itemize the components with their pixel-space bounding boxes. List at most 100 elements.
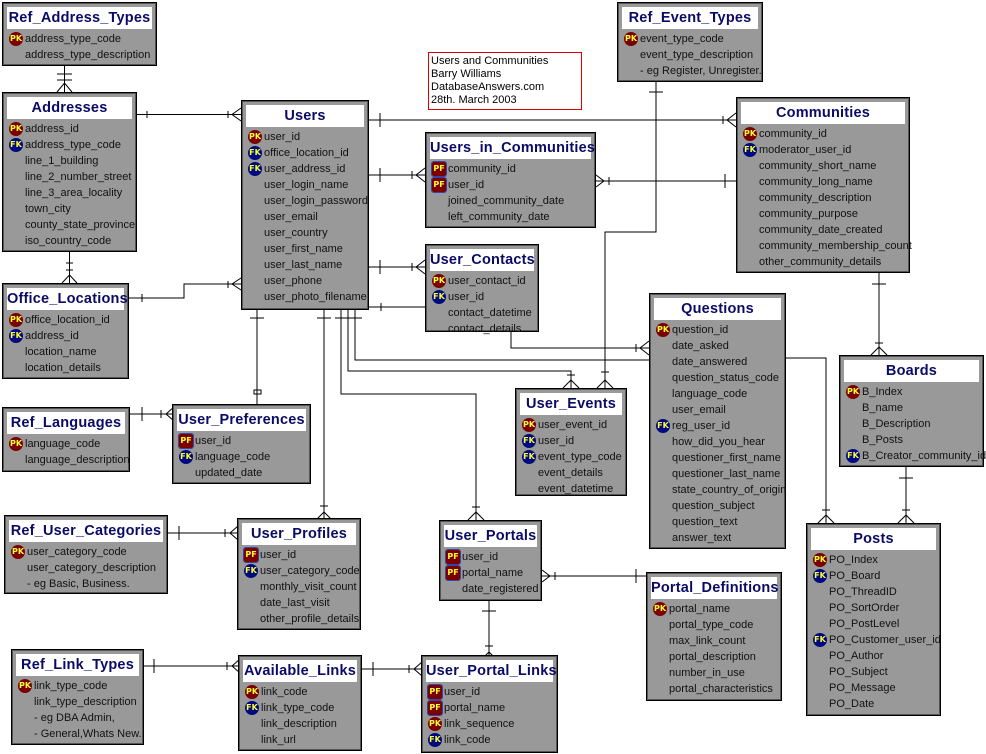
column-row[interactable]: number_in_use	[647, 665, 781, 681]
column-row[interactable]: state_country_of_origin	[650, 482, 786, 498]
entity-ref-languages[interactable]: Ref_Languages PK language_code language_des…	[2, 407, 130, 472]
column-row[interactable]: user_category_description	[5, 560, 167, 576]
entity-users[interactable]: Users PK user_id FK office_location_id FK user…	[241, 100, 369, 310]
column-row[interactable]: portal_characteristics	[647, 681, 781, 697]
column-row[interactable]: PK event_type_code	[618, 31, 762, 47]
column-row[interactable]: date_asked	[650, 338, 785, 354]
column-row[interactable]: PK portal_name	[647, 601, 781, 617]
column-row[interactable]: PK link_code	[239, 684, 361, 700]
column-row[interactable]: line_3_area_locality	[3, 185, 136, 201]
column-row[interactable]: PF user_id	[173, 433, 310, 449]
column-row[interactable]: PO_Message	[807, 680, 940, 696]
column-row[interactable]: contact_datetime	[426, 305, 538, 321]
column-row[interactable]: PK office_location_id	[3, 312, 128, 328]
column-row[interactable]: event_type_description	[618, 47, 762, 63]
column-row[interactable]: PK user_contact_id	[426, 273, 538, 289]
column-row[interactable]: community_short_name	[737, 158, 909, 174]
column-row[interactable]: user_phone	[242, 273, 368, 289]
column-row[interactable]: date_registered	[440, 581, 541, 597]
column-row[interactable]: PF portal_name	[422, 700, 557, 716]
entity-user-contacts[interactable]: User_Contacts PK user_contact_id FK user_id c…	[425, 244, 539, 335]
column-row[interactable]: updated_date	[173, 465, 310, 481]
column-row[interactable]: user_last_name	[242, 257, 368, 273]
column-row[interactable]: user_country	[242, 225, 368, 241]
column-row[interactable]: PK address_type_code	[3, 31, 156, 47]
column-row[interactable]: location_name	[3, 344, 128, 360]
column-row[interactable]: user_photo_filename	[242, 289, 368, 305]
column-row[interactable]: questioner_last_name	[650, 466, 785, 482]
column-row[interactable]: line_2_number_street	[3, 169, 136, 185]
entity-users-in-communities[interactable]: Users_in_Communities PF community_id PF user…	[425, 132, 596, 228]
column-row[interactable]: portal_type_code	[647, 617, 781, 633]
column-row[interactable]: answer_text	[650, 530, 785, 546]
entity-boards[interactable]: Boards PK B_Index B_name B_Description B_Post…	[839, 355, 986, 467]
column-row[interactable]: PF community_id	[426, 161, 595, 177]
column-row[interactable]: PO_PostLevel	[807, 616, 940, 632]
column-row[interactable]: B_name	[840, 400, 983, 416]
column-row[interactable]: address_type_description	[3, 47, 156, 63]
column-row[interactable]: event_details	[516, 465, 626, 481]
column-row[interactable]: FK link_type_code	[239, 700, 361, 716]
entity-portal-definitions[interactable]: Portal_Definitions PK portal_name portal_ty…	[646, 572, 782, 701]
column-row[interactable]: community_purpose	[737, 206, 909, 222]
column-row[interactable]: town_city	[3, 201, 136, 217]
column-row[interactable]: FK PO_Customer_user_id	[807, 632, 941, 648]
column-row[interactable]: PK link_type_code	[12, 678, 143, 694]
column-row[interactable]: - eg Basic, Business.	[5, 576, 167, 592]
column-row[interactable]: - General,Whats New.	[12, 726, 143, 742]
entity-user-events[interactable]: User_Events PK user_event_id FK user_id FK eve…	[515, 388, 627, 496]
entity-ref-event-types[interactable]: Ref_Event_Types PK event_type_code event_ty…	[617, 2, 763, 82]
column-row[interactable]: location_details	[3, 360, 128, 376]
column-row[interactable]: B_Posts	[840, 432, 983, 448]
column-row[interactable]: FK user_id	[516, 433, 626, 449]
column-row[interactable]: monthly_visit_count	[238, 579, 360, 595]
column-row[interactable]: PO_Author	[807, 648, 940, 664]
column-row[interactable]: FK reg_user_id	[650, 418, 785, 434]
column-row[interactable]: date_answered	[650, 354, 785, 370]
column-row[interactable]: FK address_type_code	[3, 137, 136, 153]
column-row[interactable]: user_first_name	[242, 241, 368, 257]
column-row[interactable]: PK language_code	[3, 436, 129, 452]
column-row[interactable]: PK user_event_id	[516, 417, 626, 433]
column-row[interactable]: county_state_province	[3, 217, 136, 233]
column-row[interactable]: PF user_id	[238, 547, 360, 563]
column-row[interactable]: event_datetime	[516, 481, 626, 497]
entity-questions[interactable]: Questions PK question_id date_asked date_ans…	[649, 293, 786, 549]
column-row[interactable]: PF user_id	[422, 684, 557, 700]
column-row[interactable]: question_subject	[650, 498, 785, 514]
column-row[interactable]: PO_Date	[807, 696, 940, 712]
column-row[interactable]: PK address_id	[3, 121, 136, 137]
column-row[interactable]: PF portal_name	[440, 565, 541, 581]
column-row[interactable]: other_community_details	[737, 254, 909, 270]
column-row[interactable]: language_code	[650, 386, 785, 402]
column-row[interactable]: question_text	[650, 514, 785, 530]
entity-user-portal-links[interactable]: User_Portal_Links PF user_id PF portal_name P…	[421, 655, 558, 753]
column-row[interactable]: FK user_category_code	[238, 563, 360, 579]
column-row[interactable]: PF user_id	[426, 177, 595, 193]
entity-ref-link-types[interactable]: Ref_Link_Types PK link_type_code link_type_…	[11, 649, 144, 745]
column-row[interactable]: community_membership_count	[737, 238, 912, 254]
column-row[interactable]: PK link_sequence	[422, 716, 557, 732]
column-row[interactable]: FK PO_Board	[807, 568, 940, 584]
column-row[interactable]: question_status_code	[650, 370, 785, 386]
column-row[interactable]: link_type_description	[12, 694, 143, 710]
column-row[interactable]: PK PO_Index	[807, 552, 940, 568]
entity-user-profiles[interactable]: User_Profiles PF user_id FK user_category_co…	[237, 518, 361, 630]
entity-user-portals[interactable]: User_Portals PF user_id PF portal_name date_r…	[439, 520, 542, 601]
column-row[interactable]: other_profile_details	[238, 611, 360, 627]
column-row[interactable]: PK B_Index	[840, 384, 983, 400]
column-row[interactable]: PK community_id	[737, 126, 909, 142]
column-row[interactable]: iso_country_code	[3, 233, 136, 249]
column-row[interactable]: date_last_visit	[238, 595, 360, 611]
column-row[interactable]: PK question_id	[650, 322, 785, 338]
column-row[interactable]: left_community_date	[426, 209, 595, 225]
column-row[interactable]: joined_community_date	[426, 193, 595, 209]
entity-available-links[interactable]: Available_Links PK link_code FK link_type_co…	[238, 655, 362, 751]
column-row[interactable]: user_login_password	[242, 193, 368, 209]
column-row[interactable]: questioner_first_name	[650, 450, 785, 466]
column-row[interactable]: PK user_id	[242, 129, 368, 145]
column-row[interactable]: user_login_name	[242, 177, 368, 193]
entity-communities[interactable]: Communities PK community_id FK moderator_use…	[736, 97, 912, 273]
column-row[interactable]: FK user_address_id	[242, 161, 368, 177]
column-row[interactable]: line_1_building	[3, 153, 136, 169]
